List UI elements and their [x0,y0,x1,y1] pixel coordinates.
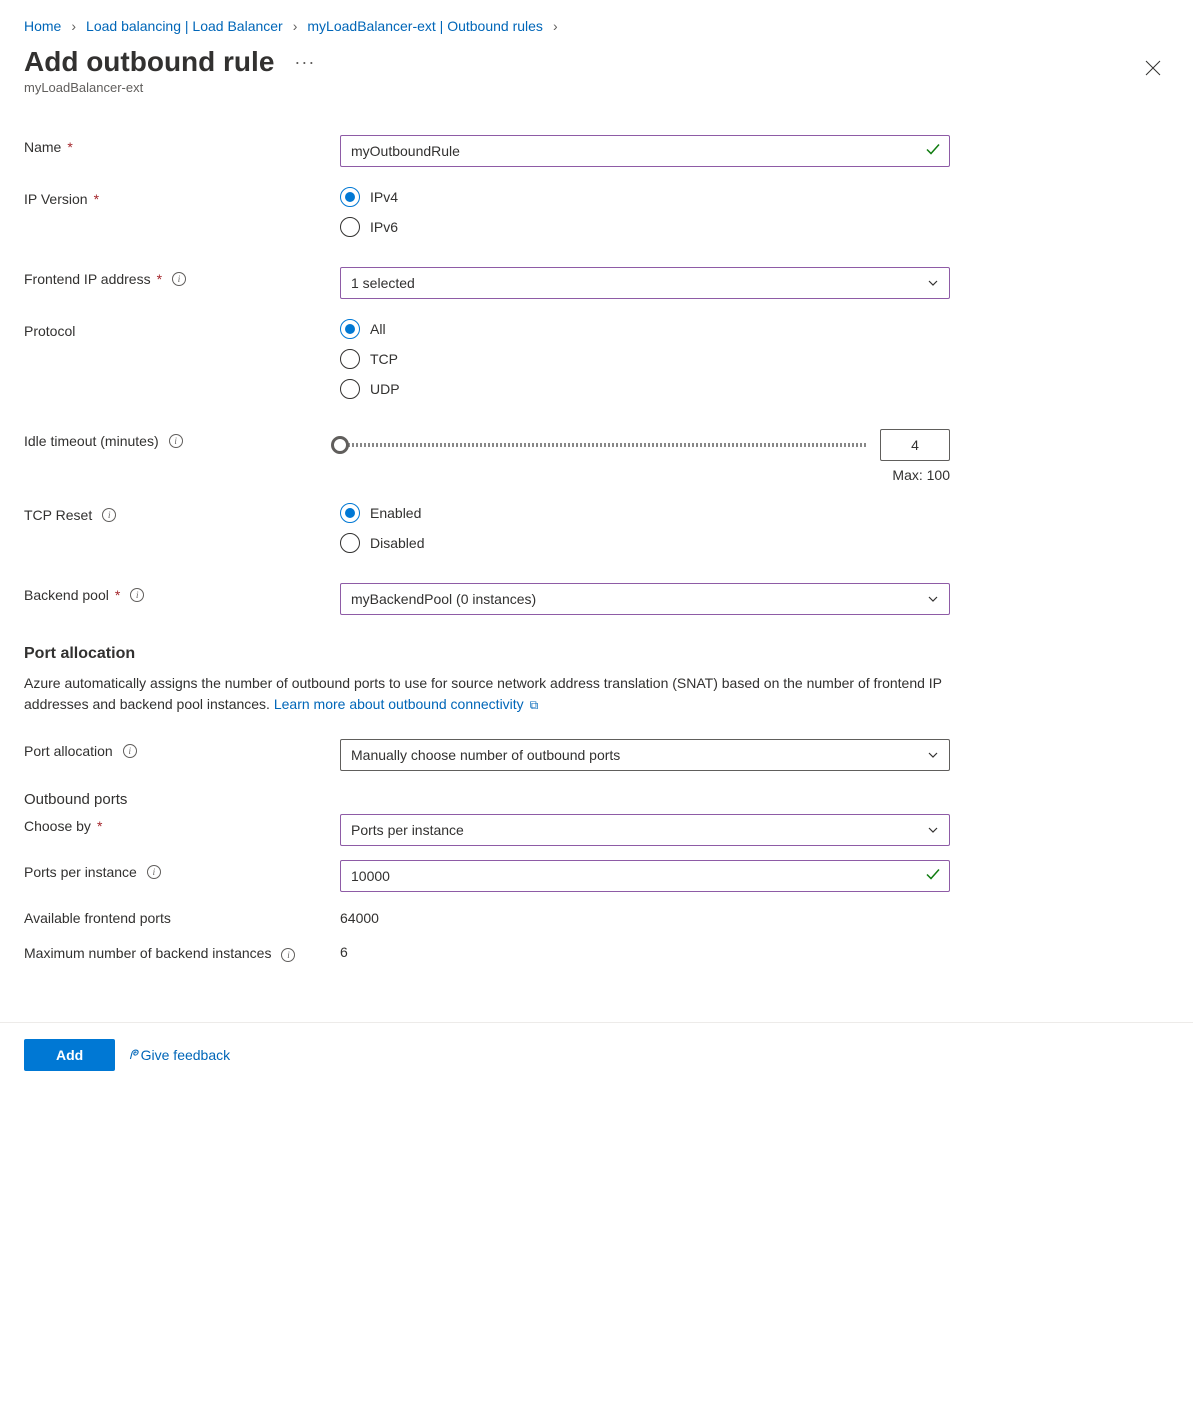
breadcrumb-loadbalancing[interactable]: Load balancing | Load Balancer [86,18,283,34]
info-icon[interactable]: i [130,588,144,602]
select-value: myBackendPool (0 instances) [351,591,536,607]
required-indicator: * [157,271,162,287]
breadcrumb-home[interactable]: Home [24,18,61,34]
tcp-reset-radio-group: Enabled Disabled [340,503,950,553]
idle-timeout-slider[interactable] [340,443,866,447]
chevron-down-icon [927,593,939,605]
breadcrumb: Home › Load balancing | Load Balancer › … [24,12,1169,46]
port-allocation-select[interactable]: Manually choose number of outbound ports [340,739,950,771]
available-ports-label: Available frontend ports [24,910,171,926]
chevron-right-icon: › [71,18,76,34]
more-actions-button[interactable]: ··· [294,52,315,73]
ports-per-instance-input[interactable] [340,860,950,892]
info-icon[interactable]: i [172,272,186,286]
give-feedback-link[interactable]: ᖘGive feedback [129,1047,230,1063]
backend-pool-label: Backend pool [24,587,109,603]
close-button[interactable] [1137,52,1169,89]
ip-version-radio-group: IPv4 IPv6 [340,187,950,237]
slider-thumb[interactable] [331,436,349,454]
ip-version-ipv4[interactable]: IPv4 [340,187,950,207]
outbound-ports-heading: Outbound ports [24,791,1169,808]
port-allocation-description: Azure automatically assigns the number o… [24,673,944,715]
choose-by-label: Choose by [24,818,91,834]
radio-selected-icon [340,187,360,207]
select-value: Manually choose number of outbound ports [351,747,620,763]
radio-label: Enabled [370,505,421,521]
radio-label: IPv6 [370,219,398,235]
radio-unselected-icon [340,379,360,399]
chevron-down-icon [927,824,939,836]
frontend-ip-label: Frontend IP address [24,271,151,287]
chevron-right-icon: › [293,18,298,34]
available-ports-value: 64000 [340,906,950,926]
required-indicator: * [67,139,72,155]
close-icon [1145,60,1161,76]
protocol-tcp[interactable]: TCP [340,349,950,369]
backend-pool-select[interactable]: myBackendPool (0 instances) [340,583,950,615]
name-label: Name [24,139,61,155]
required-indicator: * [115,587,120,603]
info-icon[interactable]: i [281,948,295,962]
breadcrumb-outboundrules[interactable]: myLoadBalancer-ext | Outbound rules [307,18,543,34]
radio-unselected-icon [340,349,360,369]
radio-label: Disabled [370,535,424,551]
page-subtitle: myLoadBalancer-ext [24,80,315,95]
info-icon[interactable]: i [123,744,137,758]
port-allocation-heading: Port allocation [24,645,1169,663]
required-indicator: * [94,191,99,207]
ip-version-label: IP Version [24,191,88,207]
radio-selected-icon [340,319,360,339]
max-backend-value: 6 [340,940,950,960]
protocol-all[interactable]: All [340,319,950,339]
learn-more-link[interactable]: Learn more about outbound connectivity ⧉ [274,696,538,712]
add-button[interactable]: Add [24,1039,115,1071]
idle-timeout-max: Max: 100 [892,467,950,483]
ports-per-instance-label: Ports per instance [24,864,137,880]
idle-timeout-value[interactable]: 4 [880,429,950,461]
required-indicator: * [97,818,102,834]
frontend-ip-select[interactable]: 1 selected [340,267,950,299]
max-backend-label: Maximum number of backend instances [24,945,271,961]
radio-label: IPv4 [370,189,398,205]
choose-by-select[interactable]: Ports per instance [340,814,950,846]
tcp-reset-label: TCP Reset [24,507,92,523]
radio-label: TCP [370,351,398,367]
chevron-down-icon [927,749,939,761]
chevron-right-icon: › [553,18,558,34]
page-title: Add outbound rule [24,46,274,78]
tcp-reset-disabled[interactable]: Disabled [340,533,950,553]
protocol-label: Protocol [24,323,75,339]
chevron-down-icon [927,277,939,289]
radio-label: All [370,321,386,337]
radio-label: UDP [370,381,400,397]
select-value: Ports per instance [351,822,464,838]
ip-version-ipv6[interactable]: IPv6 [340,217,950,237]
feedback-label: Give feedback [141,1047,231,1063]
port-allocation-label: Port allocation [24,743,113,759]
external-link-icon: ⧉ [530,698,539,712]
info-icon[interactable]: i [169,434,183,448]
idle-timeout-label: Idle timeout (minutes) [24,433,159,449]
protocol-radio-group: All TCP UDP [340,319,950,399]
info-icon[interactable]: i [147,865,161,879]
tcp-reset-enabled[interactable]: Enabled [340,503,950,523]
info-icon[interactable]: i [102,508,116,522]
feedback-icon: ᖘ [129,1047,137,1063]
name-input[interactable] [340,135,950,167]
radio-unselected-icon [340,217,360,237]
radio-unselected-icon [340,533,360,553]
protocol-udp[interactable]: UDP [340,379,950,399]
radio-selected-icon [340,503,360,523]
select-value: 1 selected [351,275,415,291]
